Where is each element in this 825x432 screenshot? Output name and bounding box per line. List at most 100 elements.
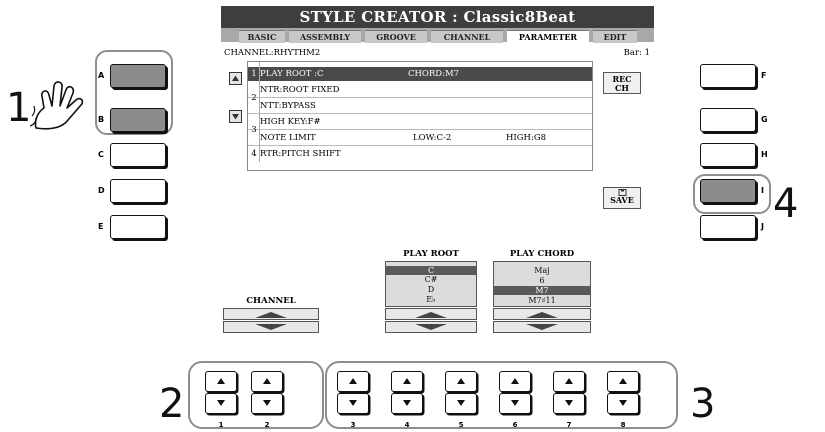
play-root-down[interactable] — [385, 321, 477, 333]
up-button-4[interactable] — [391, 371, 423, 392]
triangle-up-icon — [263, 378, 271, 384]
button-j[interactable] — [700, 215, 756, 239]
play-root-up[interactable] — [385, 308, 477, 320]
button-label-j: J — [761, 222, 764, 231]
triangle-up-icon — [619, 378, 627, 384]
down-button-1[interactable] — [205, 393, 237, 414]
button-e[interactable] — [110, 215, 166, 239]
triangle-down-icon — [349, 400, 357, 406]
button-number-label: 3 — [350, 421, 356, 429]
tab-parameter[interactable]: PARAMETER — [507, 30, 589, 44]
down-button-5[interactable] — [445, 393, 477, 414]
scroll-up-button[interactable] — [229, 72, 242, 85]
button-i[interactable] — [700, 179, 756, 203]
play-root-item[interactable]: C# — [386, 275, 476, 284]
tab-groove[interactable]: GROOVE — [365, 30, 427, 43]
param-row-3b[interactable]: NOTE LIMIT LOW:C-2 HIGH:G8 — [248, 131, 592, 146]
scroll-down-button[interactable] — [229, 110, 242, 123]
triangle-up-icon — [565, 378, 573, 384]
param-row-2a[interactable]: NTR:ROOT FIXED — [248, 83, 592, 98]
triangle-down-icon — [526, 324, 558, 330]
param-text: NTT:BYPASS — [260, 101, 316, 111]
play-root-label: PLAY ROOT — [403, 249, 459, 259]
save-button[interactable]: SAVE — [603, 187, 641, 209]
screen-title: STYLE CREATOR : Classic8Beat — [221, 6, 654, 28]
triangle-up-icon — [403, 378, 411, 384]
channel-down[interactable] — [223, 321, 319, 333]
play-root-list: C C# D E♭ — [385, 261, 477, 307]
play-root-item[interactable]: C — [386, 266, 476, 275]
button-b[interactable] — [110, 108, 166, 132]
param-row-1[interactable]: 1 PLAY ROOT :C CHORD:M7 — [248, 67, 592, 81]
button-label-i: I — [761, 186, 764, 195]
param-number: 1 — [251, 69, 257, 79]
param-high: HIGH:G8 — [506, 133, 547, 143]
button-h[interactable] — [700, 143, 756, 167]
play-chord-down[interactable] — [493, 321, 591, 333]
down-button-7[interactable] — [553, 393, 585, 414]
button-label-a: A — [98, 71, 105, 80]
param-row-2b[interactable]: NTT:BYPASS — [248, 99, 592, 114]
button-label-g: G — [761, 115, 768, 124]
play-chord-item[interactable]: M7♯11 — [494, 296, 590, 305]
button-a[interactable] — [110, 64, 166, 88]
play-chord-label: PLAY CHORD — [509, 249, 575, 259]
down-button-4[interactable] — [391, 393, 423, 414]
channel-up[interactable] — [223, 308, 319, 320]
updown-button-1 — [205, 371, 237, 417]
button-number-label: 8 — [620, 421, 626, 429]
button-c[interactable] — [110, 143, 166, 167]
down-button-3[interactable] — [337, 393, 369, 414]
rec-ch-button[interactable]: REC CH — [603, 72, 641, 94]
play-chord-item[interactable]: Maj — [494, 266, 590, 275]
triangle-down-icon — [415, 324, 447, 330]
param-text: RTR:PITCH SHIFT — [260, 149, 341, 159]
up-button-6[interactable] — [499, 371, 531, 392]
up-button-1[interactable] — [205, 371, 237, 392]
button-g[interactable] — [700, 108, 756, 132]
triangle-up-icon — [526, 312, 558, 318]
tab-basic[interactable]: BASIC — [239, 30, 285, 43]
button-number-label: 1 — [218, 421, 224, 429]
button-f[interactable] — [700, 64, 756, 88]
up-button-5[interactable] — [445, 371, 477, 392]
triangle-up-icon — [415, 312, 447, 318]
triangle-down-icon — [263, 400, 271, 406]
updown-button-5 — [445, 371, 477, 417]
param-text: NTR:ROOT FIXED — [260, 85, 340, 95]
triangle-up-icon — [511, 378, 519, 384]
param-text: NOTE LIMIT — [260, 133, 316, 143]
tab-edit[interactable]: EDIT — [593, 30, 637, 43]
triangle-down-icon — [232, 114, 239, 120]
play-root-item[interactable]: E♭ — [386, 295, 476, 304]
play-root-item[interactable]: D — [386, 285, 476, 294]
play-chord-item[interactable]: 6 — [494, 276, 590, 285]
tab-assembly[interactable]: ASSEMBLY — [289, 30, 361, 43]
param-number: 4 — [251, 149, 257, 159]
param-row-4[interactable]: 4 RTR:PITCH SHIFT — [248, 147, 592, 161]
up-button-2[interactable] — [251, 371, 283, 392]
play-chord-up[interactable] — [493, 308, 591, 320]
bar-label: Bar: 1 — [623, 48, 650, 58]
updown-button-6 — [499, 371, 531, 417]
down-button-2[interactable] — [251, 393, 283, 414]
parameter-list: 1 PLAY ROOT :C CHORD:M7 NTR:ROOT FIXED 2… — [247, 61, 593, 171]
up-button-8[interactable] — [607, 371, 639, 392]
triangle-up-icon — [232, 75, 239, 81]
button-d[interactable] — [110, 179, 166, 203]
updown-button-2 — [251, 371, 283, 417]
up-button-3[interactable] — [337, 371, 369, 392]
down-button-6[interactable] — [499, 393, 531, 414]
tab-channel[interactable]: CHANNEL — [431, 30, 503, 43]
button-number-label: 4 — [404, 421, 410, 429]
button-label-h: H — [761, 150, 768, 159]
down-button-8[interactable] — [607, 393, 639, 414]
param-text: HIGH KEY:F# — [260, 117, 321, 127]
button-label-d: D — [98, 186, 105, 195]
param-low: LOW:C-2 — [413, 133, 452, 143]
play-chord-item[interactable]: M7 — [494, 286, 590, 295]
param-row-3a[interactable]: HIGH KEY:F# — [248, 115, 592, 130]
up-button-7[interactable] — [553, 371, 585, 392]
updown-button-3 — [337, 371, 369, 417]
triangle-down-icon — [217, 400, 225, 406]
